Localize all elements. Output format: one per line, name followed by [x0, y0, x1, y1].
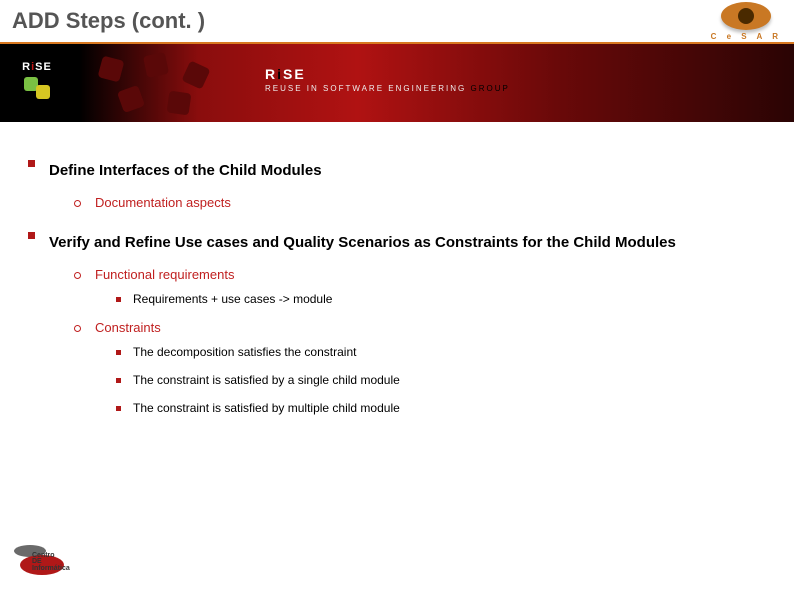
- bullet-lvl1: Define Interfaces of the Child Modules D…: [28, 154, 766, 210]
- circle-bullet-icon: [74, 325, 81, 332]
- bullet-text: Functional requirements: [95, 267, 234, 282]
- footer-logo-text: CentroDE Informática: [32, 553, 72, 572]
- square-bullet-icon: [116, 350, 121, 355]
- banner-caption: RiSE REUSE IN SOFTWARE ENGINEERING GROUP: [265, 66, 510, 93]
- cesar-logo-icon: [721, 2, 771, 30]
- bullet-text: The constraint is satisfied by a single …: [133, 373, 400, 387]
- bullet-lvl3: The constraint is satisfied by a single …: [116, 373, 766, 387]
- circle-bullet-icon: [74, 200, 81, 207]
- bullet-lvl2: Functional requirements Requirements + u…: [74, 267, 766, 306]
- bullet-lvl1: Verify and Refine Use cases and Quality …: [28, 226, 766, 415]
- bullet-lvl3: Requirements + use cases -> module: [116, 292, 766, 306]
- square-bullet-icon: [116, 378, 121, 383]
- bullet-text: Verify and Refine Use cases and Quality …: [49, 226, 676, 259]
- bullet-lvl2: Constraints The decomposition satisfies …: [74, 320, 766, 415]
- puzzle-icon: [22, 75, 52, 101]
- square-bullet-icon: [28, 232, 35, 239]
- bullet-text: The decomposition satisfies the constrai…: [133, 345, 356, 359]
- slide-header: ADD Steps (cont. ) C e S A R: [0, 0, 794, 44]
- circle-bullet-icon: [74, 272, 81, 279]
- square-bullet-icon: [116, 406, 121, 411]
- bullet-text: Requirements + use cases -> module: [133, 292, 332, 306]
- centro-informatica-logo: CentroDE Informática: [14, 545, 72, 585]
- banner-caption-rise: RiSE: [265, 66, 510, 82]
- banner-decoration: [90, 52, 250, 114]
- rise-logo-text: RiSE: [22, 61, 52, 73]
- rise-banner: RiSE RiSE REUSE IN SOFTWARE ENGINEERING …: [0, 44, 794, 122]
- bullet-lvl3: The constraint is satisfied by multiple …: [116, 401, 766, 415]
- slide-title: ADD Steps (cont. ): [12, 8, 205, 34]
- bullet-text: Constraints: [95, 320, 161, 335]
- cesar-logo-text: C e S A R: [711, 32, 782, 41]
- cesar-logo: C e S A R: [711, 2, 782, 41]
- bullet-text: The constraint is satisfied by multiple …: [133, 401, 400, 415]
- bullet-lvl3: The decomposition satisfies the constrai…: [116, 345, 766, 359]
- bullet-text: Define Interfaces of the Child Modules: [49, 154, 322, 187]
- bullet-lvl2: Documentation aspects: [74, 195, 766, 210]
- slide-content: Define Interfaces of the Child Modules D…: [0, 122, 794, 415]
- square-bullet-icon: [116, 297, 121, 302]
- bullet-text: Documentation aspects: [95, 195, 231, 210]
- square-bullet-icon: [28, 160, 35, 167]
- banner-caption-subtitle: REUSE IN SOFTWARE ENGINEERING GROUP: [265, 84, 510, 93]
- rise-logo-box: RiSE: [8, 52, 66, 110]
